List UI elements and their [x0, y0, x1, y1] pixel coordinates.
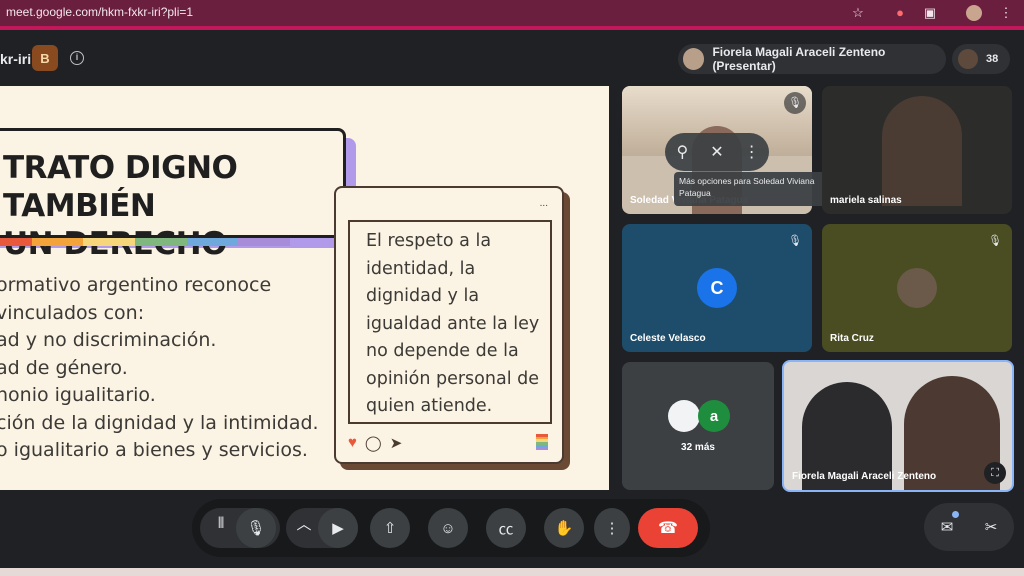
microphone-button[interactable]: 🎙: [236, 508, 276, 548]
camera-button[interactable]: ▶: [318, 508, 358, 548]
slide-bullet: ad y no discriminación.: [0, 329, 217, 351]
post-quote-text: El respeto a la identidad, la dignidad y…: [366, 231, 540, 416]
pride-bookmark-icon: [536, 434, 548, 451]
audio-levels-icon: ⦀: [217, 514, 225, 532]
post-menu-dots: ...: [539, 198, 548, 209]
crop-icon[interactable]: ⛶: [984, 462, 1006, 484]
mute-participant-icon[interactable]: ✕: [704, 142, 730, 162]
browser-address-bar: meet.google.com/hkm-fxkr-iri?pli=1 ☆ ● ▣…: [0, 0, 1024, 26]
slide-bullets: ormativo argentino reconoce vinculados c…: [0, 272, 319, 465]
shared-slide: TRATO DIGNO TAMBIÉN UN DERECHO ormativo …: [0, 86, 609, 490]
more-options-icon[interactable]: ⋮: [739, 142, 765, 162]
puzzle-icon[interactable]: ▣: [922, 5, 938, 21]
participants-button[interactable]: 38: [952, 44, 1010, 74]
call-controls: ⦀ 🎙 ︿ ▶ ⇧ ☺ ㏄ ✋ ⋮ ☎: [192, 499, 710, 557]
raise-hand-button[interactable]: ✋: [544, 508, 584, 548]
post-reaction-icons: ♥ ◯ ➤: [348, 434, 402, 452]
rainbow-segment: [135, 238, 187, 246]
social-post-card: ... El respeto a la identidad, la dignid…: [334, 186, 564, 464]
rainbow-segment: [186, 238, 239, 246]
avatar: a: [698, 400, 730, 432]
slide-bullet: vinculados con:: [0, 301, 145, 324]
tile-name: Rita Cruz: [830, 333, 874, 344]
avatar: [897, 268, 937, 308]
avatar: C: [697, 268, 737, 308]
os-taskbar: [0, 568, 1024, 576]
slide-bullet: ad de género.: [0, 356, 128, 379]
side-controls: ✉ ✂: [924, 503, 1014, 551]
tile-mariela[interactable]: mariela salinas: [822, 86, 1012, 214]
tile-celeste[interactable]: C 🎙 Celeste Velasco: [622, 224, 812, 352]
tile-more-participants[interactable]: a 32 más: [622, 362, 774, 490]
slide-title-line1: TRATO DIGNO TAMBIÉN: [3, 150, 238, 224]
url-text[interactable]: meet.google.com/hkm-fxkr-iri?pli=1: [6, 5, 193, 19]
comment-icon: ◯: [364, 435, 382, 452]
info-icon[interactable]: i: [70, 51, 84, 65]
star-icon[interactable]: ☆: [850, 5, 866, 21]
slide-title-box: TRATO DIGNO TAMBIÉN UN DERECHO: [0, 128, 346, 262]
participants-avatar-icon: [958, 49, 978, 69]
tooltip: Más opciones para Soledad Viviana Patagu…: [674, 172, 834, 206]
participant-video: [882, 96, 962, 206]
share-icon: ➤: [389, 435, 403, 452]
profile-icon[interactable]: [966, 5, 982, 21]
tile-rita[interactable]: 🎙 Rita Cruz: [822, 224, 1012, 352]
rainbow-segment: [0, 238, 32, 246]
leave-call-button[interactable]: ☎: [638, 508, 698, 548]
notification-dot: [952, 511, 959, 518]
participant-count: 38: [986, 53, 999, 65]
present-screen-button[interactable]: ⇧: [370, 508, 410, 548]
captions-button[interactable]: ㏄: [486, 508, 526, 548]
avatar: [668, 400, 700, 432]
rainbow-segment: [31, 238, 84, 246]
pin-icon[interactable]: ⚲: [669, 142, 695, 162]
more-participants-label: 32 más: [681, 442, 715, 453]
presenter-avatar: [683, 48, 705, 70]
slide-bullet: ción de la dignidad y la intimidad.: [0, 411, 319, 434]
presenter-label: Fiorela Magali Araceli Zenteno (Presenta…: [712, 45, 886, 73]
mic-muted-icon: 🎙: [988, 235, 1002, 247]
slide-bullet: nonio igualitario.: [0, 384, 156, 406]
slide-bullet: o igualitario a bienes y servicios.: [0, 439, 308, 461]
tile-name: Fiorela Magali Araceli Zenteno: [792, 471, 937, 482]
meeting-code: kr-iri: [0, 51, 32, 67]
rainbow-segment: [238, 238, 291, 246]
heart-icon: ♥: [348, 434, 357, 451]
tile-name: mariela salinas: [830, 195, 902, 206]
rainbow-stripe: [0, 238, 291, 246]
extension-pin-icon[interactable]: ●: [892, 5, 908, 21]
mic-muted-icon: 🎙: [784, 92, 806, 114]
more-options-button[interactable]: ⋮: [594, 508, 630, 548]
presenter-chip[interactable]: Fiorela Magali Araceli Zenteno (Presenta…: [678, 44, 946, 74]
rainbow-segment: [83, 238, 136, 246]
activities-icon[interactable]: ✂: [976, 512, 1006, 542]
meeting-brand-icon: B: [32, 45, 58, 71]
chevron-up-icon[interactable]: ︿: [289, 508, 319, 538]
tile-name: Celeste Velasco: [630, 333, 706, 344]
kebab-icon[interactable]: ⋮: [998, 5, 1014, 21]
slide-bullet: ormativo argentino reconoce: [0, 274, 272, 296]
emoji-reaction-button[interactable]: ☺: [428, 508, 468, 548]
mic-muted-icon: 🎙: [788, 235, 802, 247]
tile-hover-controls: ⚲ ✕ ⋮: [665, 133, 769, 171]
tile-fiorela[interactable]: Fiorela Magali Araceli Zenteno ⛶: [782, 360, 1014, 492]
